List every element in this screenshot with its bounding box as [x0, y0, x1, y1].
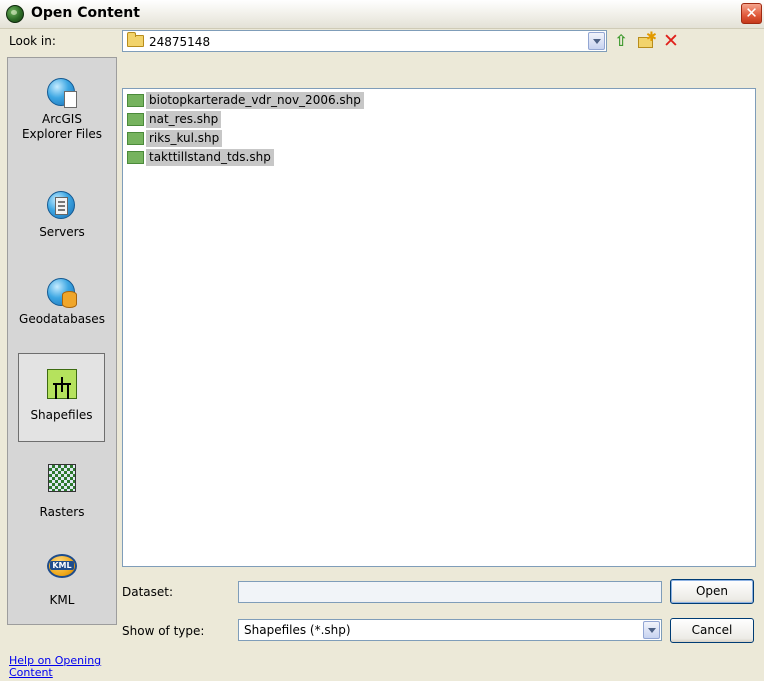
delete-icon[interactable]: ✕	[662, 32, 680, 51]
place-label: KML	[49, 593, 75, 607]
title-bar[interactable]: Open Content ✕	[0, 0, 764, 29]
kml-icon: KML	[47, 551, 77, 581]
look-in-dropdown[interactable]: 24875148	[122, 30, 607, 52]
place-label: Geodatabases	[19, 312, 105, 326]
file-list[interactable]: biotopkarterade_vdr_nov_2006.shp nat_res…	[122, 88, 756, 567]
place-kml[interactable]: KML KML	[8, 551, 116, 608]
look-in-label: Look in:	[9, 34, 56, 48]
dataset-label: Dataset:	[122, 585, 174, 599]
place-label: Shapefiles	[30, 408, 93, 422]
place-rasters[interactable]: Rasters	[8, 463, 116, 520]
new-folder-icon[interactable]: ✱	[637, 30, 657, 50]
help-link[interactable]: Help on Opening Content	[9, 655, 119, 679]
place-label: Rasters	[39, 505, 85, 519]
place-geodatabases[interactable]: Geodatabases	[8, 278, 116, 327]
folder-icon	[127, 32, 144, 47]
shapefile-icon	[127, 113, 144, 126]
file-type-dropdown[interactable]: Shapefiles (*.shp)	[238, 619, 662, 641]
file-name: riks_kul.shp	[146, 130, 223, 147]
shapefile-icon	[127, 151, 144, 164]
app-globe-icon	[6, 5, 24, 23]
up-one-level-icon[interactable]: ⇧	[612, 32, 630, 50]
window-title: Open Content	[31, 5, 140, 21]
file-name: biotopkarterade_vdr_nov_2006.shp	[146, 92, 364, 109]
place-label: ArcGIS Explorer Files	[21, 112, 103, 141]
cancel-button[interactable]: Cancel	[670, 618, 754, 643]
raster-icon	[47, 463, 77, 493]
shapefile-icon	[46, 369, 77, 399]
chevron-down-icon[interactable]	[588, 32, 605, 50]
show-of-type-label: Show of type:	[122, 624, 205, 638]
globe-document-icon	[47, 78, 77, 108]
server-globe-icon	[47, 191, 77, 221]
look-in-value: 24875148	[149, 35, 211, 49]
places-bar: ArcGIS Explorer Files Servers Geodatabas…	[7, 57, 117, 625]
geodatabase-icon	[47, 278, 77, 308]
place-arcgis-explorer-files[interactable]: ArcGIS Explorer Files	[8, 78, 116, 142]
place-servers[interactable]: Servers	[8, 191, 116, 240]
shapefile-icon	[127, 94, 144, 107]
close-button[interactable]: ✕	[741, 3, 762, 24]
chevron-down-icon[interactable]	[643, 621, 660, 639]
open-content-dialog: Open Content ✕ Look in: 24875148 ⇧ ✱ ✕ A…	[0, 0, 764, 681]
file-name: takttillstand_tds.shp	[146, 149, 274, 166]
place-shapefiles[interactable]: Shapefiles	[18, 353, 105, 442]
place-label: Servers	[39, 225, 85, 239]
shapefile-icon	[127, 132, 144, 145]
file-name: nat_res.shp	[146, 111, 222, 128]
open-button[interactable]: Open	[670, 579, 754, 604]
file-type-value: Shapefiles (*.shp)	[244, 623, 351, 637]
dataset-field[interactable]	[238, 581, 662, 603]
